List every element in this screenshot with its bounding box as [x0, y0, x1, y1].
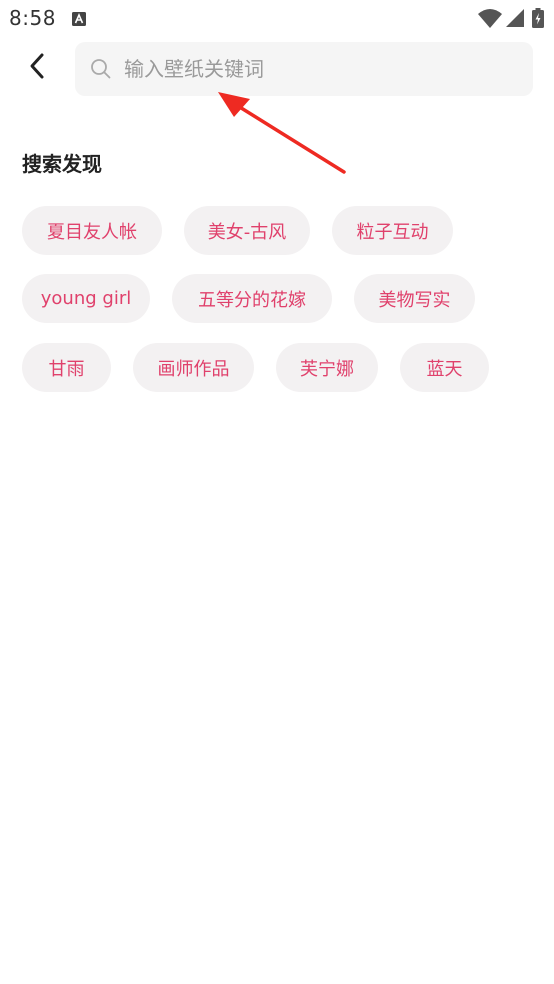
battery-charging-icon: [532, 8, 544, 28]
search-tag[interactable]: 甘雨: [22, 343, 111, 392]
discover-title: 搜索发现: [22, 152, 102, 176]
top-bar: [0, 40, 554, 98]
search-tag[interactable]: 夏目友人帐: [22, 206, 162, 255]
search-input[interactable]: [122, 56, 506, 82]
search-icon: [90, 58, 112, 80]
chevron-left-icon: [28, 52, 48, 84]
tag-row: young girl 五等分的花嫁 美物写实: [22, 274, 475, 323]
search-tag[interactable]: 芙宁娜: [276, 343, 378, 392]
wifi-icon: [478, 8, 502, 28]
signal-icon: [506, 9, 524, 27]
status-bar: 8:58: [0, 0, 554, 38]
search-tag[interactable]: 粒子互动: [332, 206, 453, 255]
search-box[interactable]: [75, 42, 533, 96]
search-tag[interactable]: young girl: [22, 274, 150, 323]
search-tag[interactable]: 蓝天: [400, 343, 489, 392]
search-tag[interactable]: 画师作品: [133, 343, 254, 392]
search-tag[interactable]: 美女-古风: [184, 206, 310, 255]
search-tag[interactable]: 美物写实: [354, 274, 475, 323]
tag-row: 甘雨 画师作品 芙宁娜 蓝天: [22, 343, 489, 392]
status-icons: [478, 8, 544, 28]
text-a-icon: [72, 11, 86, 26]
back-button[interactable]: [20, 50, 56, 86]
status-time: 8:58: [9, 6, 56, 30]
annotation-arrow: [218, 92, 346, 174]
search-tag[interactable]: 五等分的花嫁: [172, 274, 332, 323]
tag-row: 夏目友人帐 美女-古风 粒子互动: [22, 206, 453, 255]
